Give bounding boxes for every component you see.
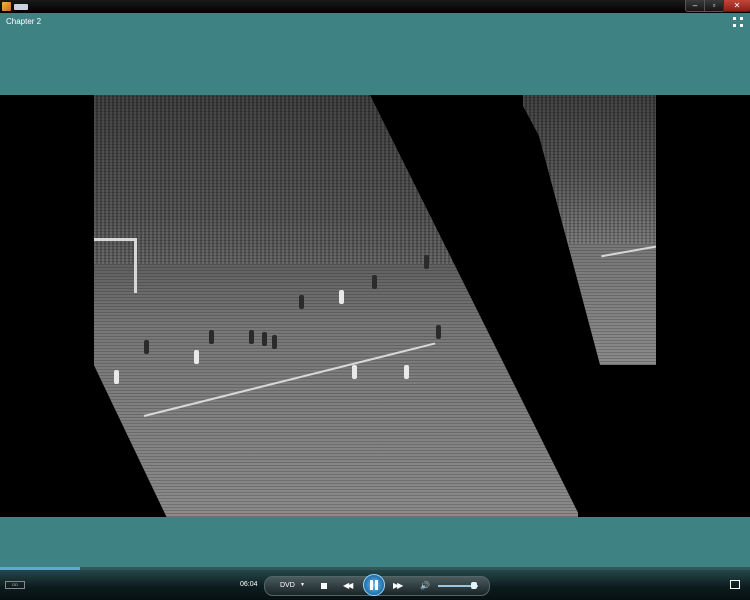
crowd-stands [523, 95, 656, 244]
stop-icon[interactable] [321, 583, 327, 589]
window-title [14, 4, 28, 10]
next-icon[interactable]: ▶▶ [393, 581, 403, 590]
seek-bar[interactable] [0, 567, 750, 570]
dolby-logo: DD [5, 581, 25, 589]
goal-post [601, 244, 656, 258]
elapsed-time: 06:04 [240, 581, 258, 588]
video-frame-main [94, 95, 578, 517]
volume-slider-handle[interactable] [471, 582, 477, 589]
player [436, 325, 441, 339]
player [194, 350, 199, 364]
dvd-menu-label[interactable]: DVD [280, 582, 295, 589]
player [249, 330, 254, 344]
fullscreen-icon[interactable] [733, 17, 743, 27]
previous-icon[interactable]: ◀◀ [343, 581, 353, 590]
player [404, 365, 409, 379]
chapter-title: Chapter 2 [6, 17, 42, 26]
video-frame-secondary [523, 95, 656, 365]
penalty-arc [143, 342, 436, 417]
player [372, 275, 377, 289]
switch-to-library-icon[interactable] [730, 580, 740, 589]
player [262, 332, 267, 346]
pause-icon[interactable] [363, 574, 385, 596]
player [144, 340, 149, 354]
player [209, 330, 214, 344]
player [339, 290, 344, 304]
app-icon[interactable] [2, 2, 11, 11]
playback-area-footer [0, 517, 750, 567]
minimize-button[interactable]: – [685, 0, 705, 12]
dvd-menu-chevron-icon[interactable]: ▼ [300, 582, 305, 588]
goal-post [134, 238, 137, 293]
video-display[interactable] [0, 95, 750, 517]
volume-icon[interactable]: 🔊 [420, 581, 430, 590]
goal-post [94, 238, 134, 241]
maximize-button[interactable]: ▫ [704, 0, 724, 12]
player [114, 370, 119, 384]
player [272, 335, 277, 349]
title-bar: – ▫ ✕ [0, 0, 750, 13]
close-button[interactable]: ✕ [723, 0, 750, 12]
crowd-stands [94, 95, 578, 264]
playback-controls: DD 06:04 DVD ▼ ◀◀ ▶▶ 🔊 [0, 567, 750, 600]
player [424, 255, 429, 269]
player [352, 365, 357, 379]
now-playing-header: Chapter 2 [0, 13, 750, 95]
player [299, 295, 304, 309]
seek-progress [0, 567, 80, 570]
